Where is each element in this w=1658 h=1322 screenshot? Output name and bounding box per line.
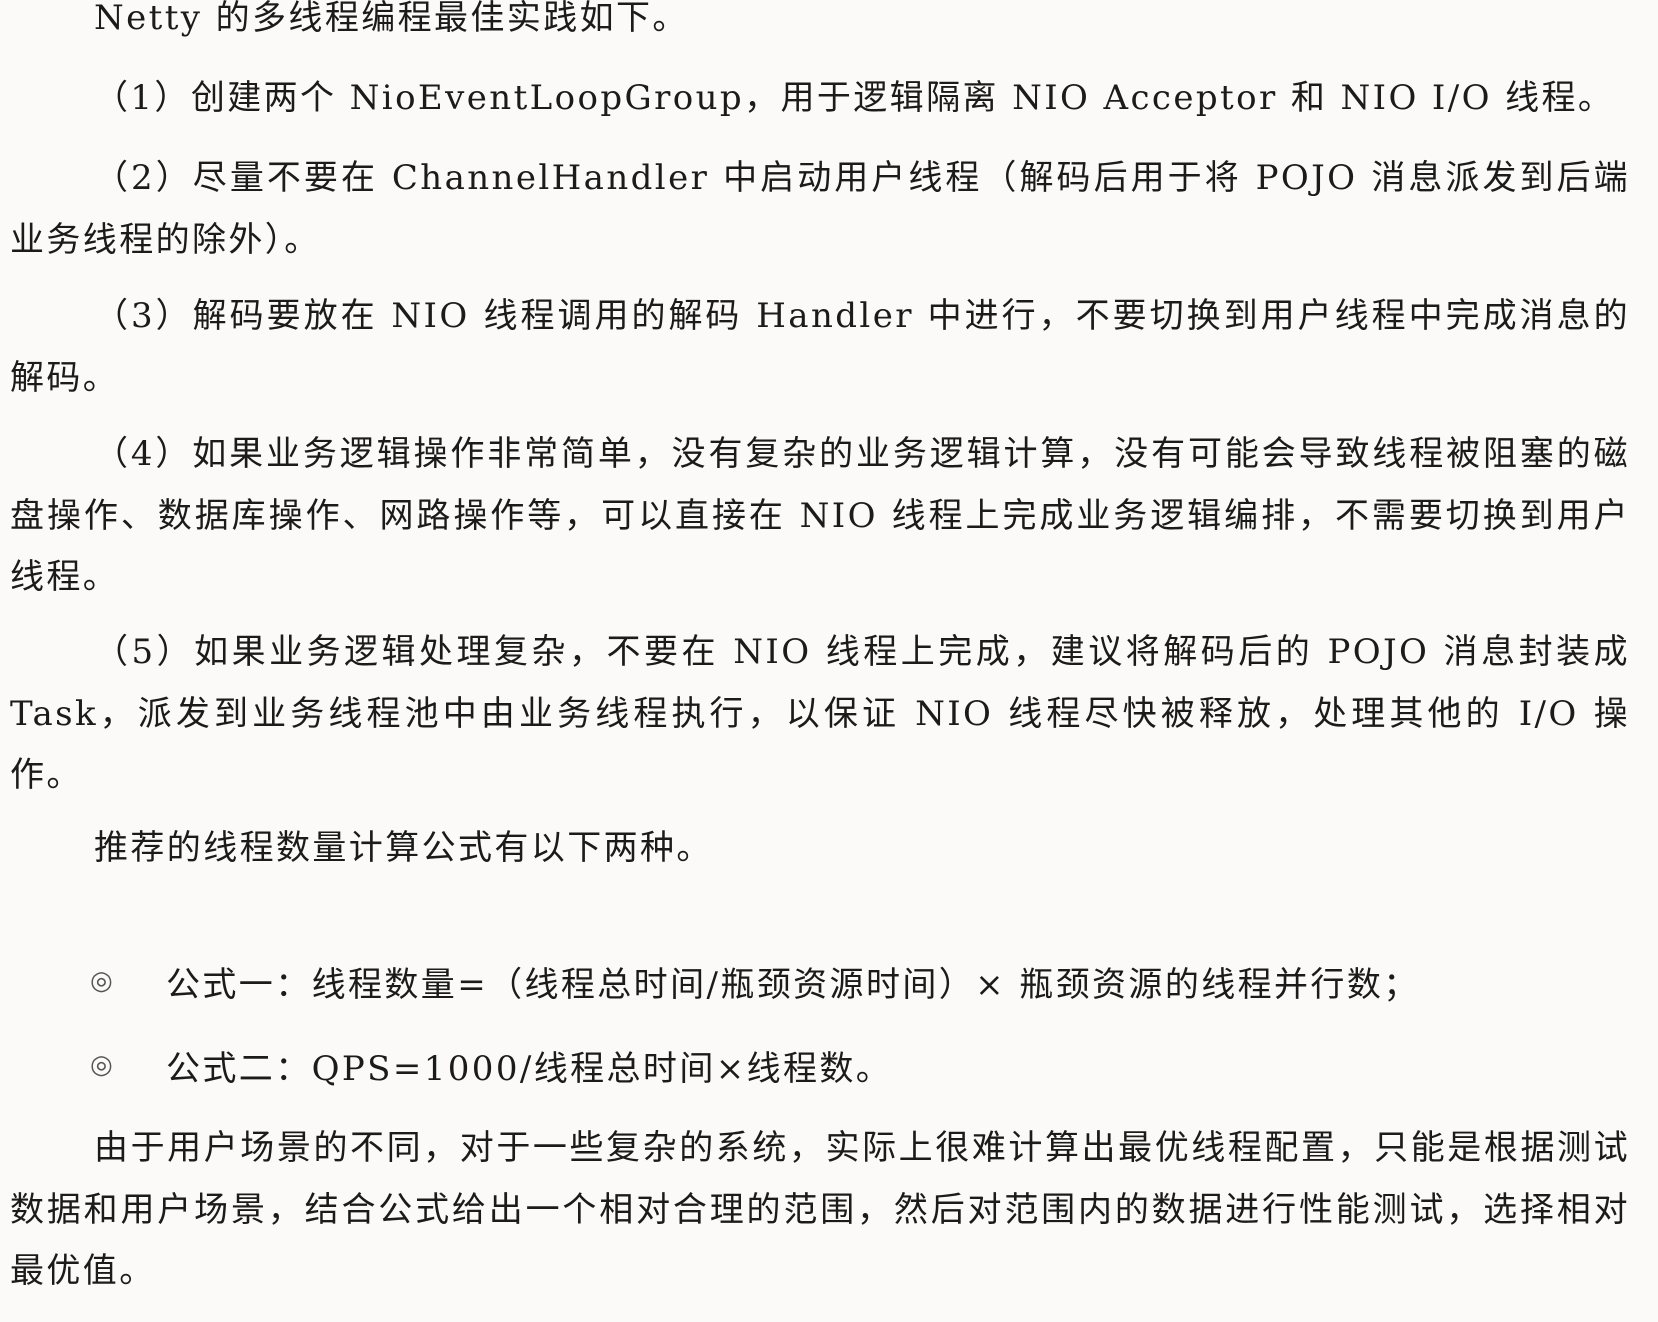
practice-item-3: （3）解码要放在 NIO 线程调用的解码 Handler 中进行，不要切换到用户… <box>10 296 1630 398</box>
formula-1-text: 公式一：线程数量=（线程总时间/瓶颈资源时间）× 瓶颈资源的线程并行数； <box>166 964 1420 1005</box>
formula-intro-paragraph: 推荐的线程数量计算公式有以下两种。 <box>94 828 713 868</box>
formula-item-2: ◎ 公式二：QPS=1000/线程总时间×线程数。 <box>90 1034 1630 1096</box>
bullet-icon: ◎ <box>90 966 116 996</box>
formula-item-1: ◎ 公式一：线程数量=（线程总时间/瓶颈资源时间）× 瓶颈资源的线程并行数； <box>90 950 1630 1012</box>
document-page: Netty 的多线程编程最佳实践如下。 （1）创建两个 NioEventLoop… <box>0 0 1658 1322</box>
practice-item-1: （1）创建两个 NioEventLoopGroup，用于逻辑隔离 NIO Acc… <box>94 78 1615 118</box>
conclusion-paragraph: 由于用户场景的不同，对于一些复杂的系统，实际上很难计算出最优线程配置，只能是根据… <box>10 1128 1630 1291</box>
practice-item-2: （2）尽量不要在 ChannelHandler 中启动用户线程（解码后用于将 P… <box>10 158 1630 260</box>
intro-paragraph: Netty 的多线程编程最佳实践如下。 <box>94 0 689 38</box>
practice-item-5: （5）如果业务逻辑处理复杂，不要在 NIO 线程上完成，建议将解码后的 POJO… <box>10 632 1630 795</box>
bullet-icon: ◎ <box>90 1050 116 1080</box>
practice-item-4: （4）如果业务逻辑操作非常简单，没有复杂的业务逻辑计算，没有可能会导致线程被阻塞… <box>10 434 1630 597</box>
formula-2-text: 公式二：QPS=1000/线程总时间×线程数。 <box>166 1048 893 1089</box>
